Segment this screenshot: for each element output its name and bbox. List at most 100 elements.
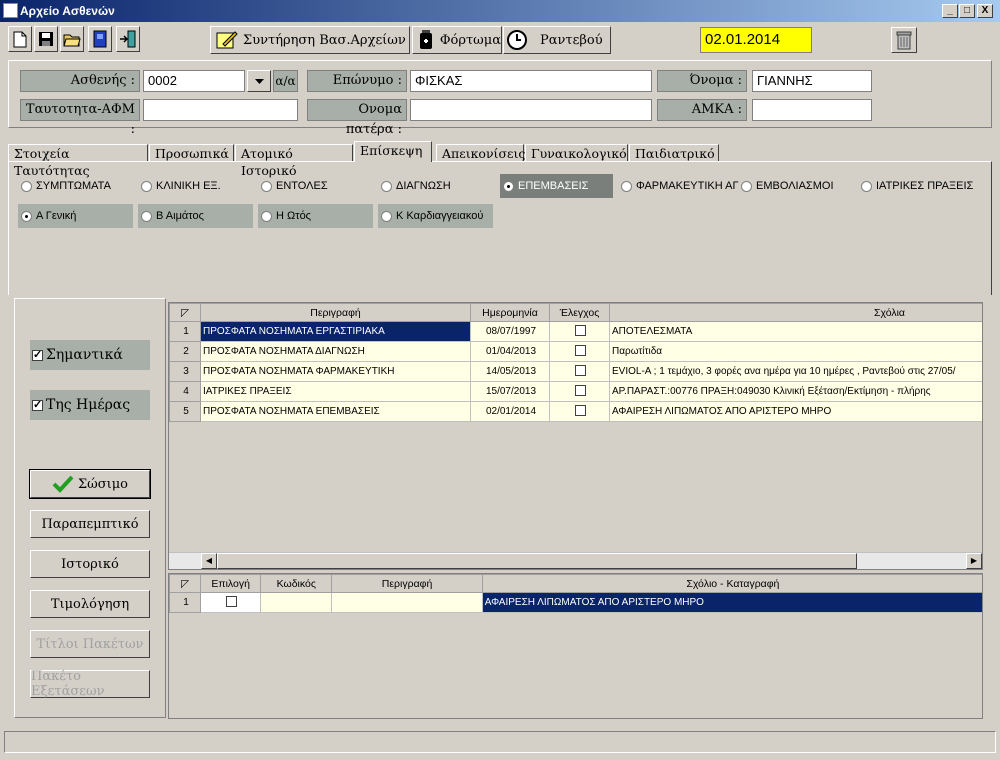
tab-visit[interactable]: Επίσκεψη xyxy=(354,141,432,162)
row-checkbox[interactable] xyxy=(575,344,586,356)
important-checkbox[interactable]: Σημαντικά xyxy=(30,340,150,370)
today-checkbox[interactable]: Της Ημέρας xyxy=(30,390,150,420)
cell-date[interactable]: 15/07/2013 xyxy=(470,381,550,402)
category-orders[interactable]: ΕΝΤΟΛΕΣ xyxy=(258,174,373,198)
row-checkbox[interactable] xyxy=(575,384,586,396)
exit-door-icon[interactable] xyxy=(116,26,140,52)
row-checkbox[interactable] xyxy=(575,324,586,336)
cell-description[interactable]: ΠΡΟΣΦΑΤΑ ΝΟΣΗΜΑΤΑ ΕΡΓΑΣΤΙΡΙΑΚΑ xyxy=(200,321,471,342)
category-operations[interactable]: ΕΠΕΜΒΑΣΕΙΣ xyxy=(500,174,613,198)
subcategory-cardiovascular[interactable]: Κ Καρδιαγγειακού xyxy=(378,204,493,228)
cell-comment[interactable]: ΑΦΑΙΡΕΣΗ ΛΙΠΩΜΑΤΟΣ ΑΠΟ ΑΡΙΣΤΕΡΟ ΜΗΡΟ xyxy=(609,401,982,422)
cell-select[interactable] xyxy=(200,592,262,613)
appointment-button[interactable]: Ραντεβού xyxy=(503,26,611,54)
row-number[interactable]: 3 xyxy=(169,361,201,382)
table-row[interactable]: 5 ΠΡΟΣΦΑΤΑ ΝΟΣΗΜΑΤΑ ΕΠΕΜΒΑΣΕΙΣ 02/01/2014 Α… xyxy=(169,401,982,422)
row-checkbox[interactable] xyxy=(575,404,586,416)
minimize-button[interactable]: _ xyxy=(942,4,958,18)
package-titles-button[interactable]: Τίτλοι Πακέτων xyxy=(30,630,150,658)
tab-medical-history[interactable]: Ατομικό Ιστορικό xyxy=(235,144,353,178)
row-number[interactable]: 4 xyxy=(169,381,201,402)
cell-comment[interactable]: ΑΠΟΤΕΛΕΣΜΑΤΑ xyxy=(609,321,982,342)
col-date[interactable]: Ημερομηνία xyxy=(470,303,550,322)
cell-code[interactable] xyxy=(260,592,333,613)
patient-code-field[interactable]: 0002 xyxy=(143,70,245,92)
cell-comment[interactable]: ΑΡ.ΠΑΡΑΣΤ.:00776 ΠΡΑΞΗ:049030 Κλινική Εξ… xyxy=(609,381,982,402)
col-select[interactable]: Επιλογή xyxy=(200,574,262,593)
tab-personal[interactable]: Προσωπικά xyxy=(149,144,234,162)
cell-comment[interactable]: Παρωτίτιδα xyxy=(609,341,982,362)
maximize-button[interactable]: □ xyxy=(959,4,975,18)
billing-button[interactable]: Τιμολόγηση xyxy=(30,590,150,618)
recycle-bin-icon[interactable] xyxy=(891,27,917,53)
scroll-right-arrow-icon[interactable]: ▶ xyxy=(966,553,982,569)
subcategory-blood[interactable]: Β Αιμάτος xyxy=(138,204,253,228)
cell-date[interactable]: 02/01/2014 xyxy=(470,401,550,422)
category-clinical[interactable]: ΚΛΙΝΙΚΗ ΕΞ. xyxy=(138,174,253,198)
cell-description[interactable]: ΠΡΟΣΦΑΤΑ ΝΟΣΗΜΑΤΑ ΔΙΑΓΝΩΣΗ xyxy=(200,341,471,362)
cell-date[interactable]: 14/05/2013 xyxy=(470,361,550,382)
subcategory-ear[interactable]: Η Ωτός xyxy=(258,204,373,228)
tab-identity[interactable]: Στοιχεία Ταυτότητας xyxy=(8,144,148,178)
category-vaccinations[interactable]: ΕΜΒΟΛΙΑΣΜΟΙ xyxy=(738,174,853,198)
cell-description[interactable]: ΠΡΟΣΦΑΤΑ ΝΟΣΗΜΑΤΑ ΦΑΡΜΑΚΕΥΤΙΚΗ xyxy=(200,361,471,382)
col-check[interactable]: Έλεγχος xyxy=(549,303,610,322)
tab-imaging[interactable]: Απεικονίσεις xyxy=(436,144,525,162)
id-afm-field[interactable] xyxy=(143,99,298,121)
scroll-left-arrow-icon[interactable]: ◀ xyxy=(201,553,217,569)
cell-description[interactable]: ΙΑΤΡΙΚΕΣ ΠΡΑΞΕΙΣ xyxy=(200,381,471,402)
tab-gynecology[interactable]: Γυναικολογικό xyxy=(525,144,628,162)
col-description[interactable]: Περιγραφή xyxy=(200,303,471,322)
cell-description[interactable]: ΠΡΟΣΦΑΤΑ ΝΟΣΗΜΑΤΑ ΕΠΕΜΒΑΣΕΙΣ xyxy=(200,401,471,422)
subcategory-general[interactable]: Α Γενική xyxy=(18,204,133,228)
table-row[interactable]: 1 ΑΦΑΙΡΕΣΗ ΛΙΠΩΜΑΤΟΣ ΑΠΟ ΑΡΙΣΤΕΡΟ ΜΗΡΟ xyxy=(169,592,982,613)
grid1-horizontal-scrollbar[interactable]: ◀ ▶ xyxy=(169,552,982,569)
history-button[interactable]: Ιστορικό xyxy=(30,550,150,578)
cell-date[interactable]: 08/07/1997 xyxy=(470,321,550,342)
select-checkbox[interactable] xyxy=(226,595,238,607)
exam-package-button[interactable]: Πακέτο Εξετάσεων xyxy=(30,669,150,699)
cell-check[interactable] xyxy=(549,381,610,402)
col-comments[interactable]: Σχόλια xyxy=(609,303,982,322)
col-code[interactable]: Κωδικός xyxy=(260,574,333,593)
book-icon[interactable] xyxy=(88,26,112,52)
table-row[interactable]: 3 ΠΡΟΣΦΑΤΑ ΝΟΣΗΜΑΤΑ ΦΑΡΜΑΚΕΥΤΙΚΗ 14/05/201… xyxy=(169,361,982,382)
table-row[interactable]: 1 ΠΡΟΣΦΑΤΑ ΝΟΣΗΜΑΤΑ ΕΡΓΑΣΤΙΡΙΑΚΑ 08/07/199… xyxy=(169,321,982,342)
row-checkbox[interactable] xyxy=(575,364,586,376)
name-field[interactable]: ΓΙΑΝΝΗΣ xyxy=(752,70,872,92)
col-description2[interactable]: Περιγραφή xyxy=(331,574,483,593)
referral-button[interactable]: Παραπεμπτικό xyxy=(30,510,150,538)
cell-comment[interactable]: EVIOL-A ; 1 τεμάχιο, 3 φορές ανα ημέρα γ… xyxy=(609,361,982,382)
row-number[interactable]: 5 xyxy=(169,401,201,422)
table-row[interactable]: 4 ΙΑΤΡΙΚΕΣ ΠΡΑΞΕΙΣ 15/07/2013 ΑΡ.ΠΑΡΑΣΤ.:00… xyxy=(169,381,982,402)
maintenance-button[interactable]: Συντήρηση Βασ.Αρχείων xyxy=(210,26,410,54)
father-name-field[interactable] xyxy=(410,99,652,121)
col-comment-record[interactable]: Σχόλιο - Καταγραφή xyxy=(481,574,982,593)
cell-date[interactable]: 01/04/2013 xyxy=(470,341,550,362)
cell-check[interactable] xyxy=(549,341,610,362)
load-button[interactable]: Φόρτωμα xyxy=(412,26,502,54)
cell-check[interactable] xyxy=(549,401,610,422)
scroll-thumb[interactable] xyxy=(217,553,857,569)
tab-pediatrics[interactable]: Παιδιατρικό xyxy=(629,144,719,162)
surname-field[interactable]: ΦΙΣΚΑΣ xyxy=(410,70,652,92)
new-file-icon[interactable] xyxy=(8,26,32,52)
close-button[interactable]: X xyxy=(977,4,993,18)
cell-description[interactable] xyxy=(331,592,483,613)
patient-dropdown-button[interactable] xyxy=(247,70,271,92)
category-medical-acts[interactable]: ΙΑΤΡΙΚΕΣ ΠΡΑΞΕΙΣ xyxy=(858,174,983,198)
category-medication[interactable]: ΦΑΡΜΑΚΕΥΤΙΚΗ ΑΓ xyxy=(618,174,740,198)
row-number[interactable]: 2 xyxy=(169,341,201,362)
category-symptoms[interactable]: ΣΥΜΠΤΩΜΑΤΑ xyxy=(18,174,133,198)
row-number[interactable]: 1 xyxy=(169,592,202,613)
aa-button[interactable]: α/α xyxy=(273,70,298,92)
amka-field[interactable] xyxy=(752,99,872,121)
cell-comment-record[interactable]: ΑΦΑΙΡΕΣΗ ΛΙΠΩΜΑΤΟΣ ΑΠΟ ΑΡΙΣΤΕΡΟ ΜΗΡΟ xyxy=(481,592,982,613)
cell-check[interactable] xyxy=(549,321,610,342)
save-button[interactable]: Σώσιμο xyxy=(29,469,151,499)
row-number[interactable]: 1 xyxy=(169,321,201,342)
table-row[interactable]: 2 ΠΡΟΣΦΑΤΑ ΝΟΣΗΜΑΤΑ ΔΙΑΓΝΩΣΗ 01/04/2013 Παρ… xyxy=(169,341,982,362)
open-folder-icon[interactable] xyxy=(60,26,84,52)
cell-check[interactable] xyxy=(549,361,610,382)
save-icon[interactable] xyxy=(34,26,58,52)
